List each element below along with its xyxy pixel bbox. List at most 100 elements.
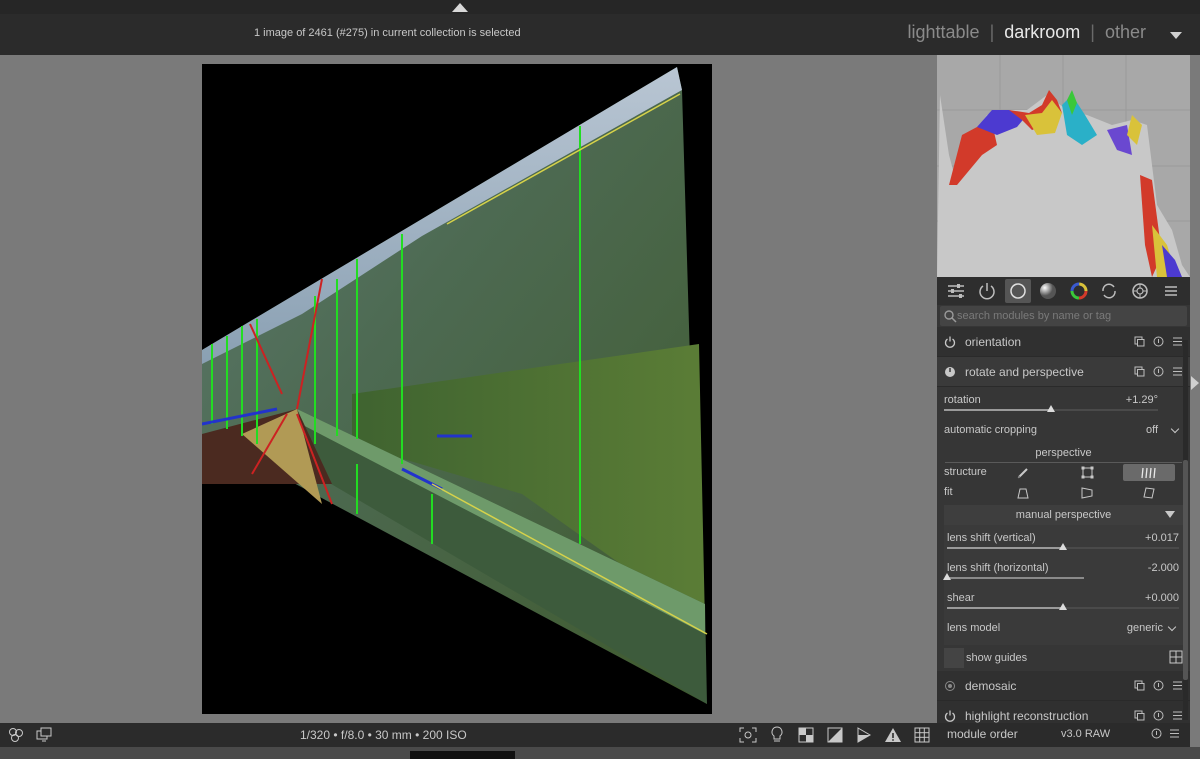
fit-horizontal-button[interactable] [1061, 484, 1113, 501]
lens-model-combo[interactable]: lens model generic [944, 615, 1183, 645]
scrollbar-thumb[interactable] [1183, 460, 1188, 680]
guides-grid-icon[interactable] [1169, 650, 1183, 667]
shear-slider[interactable]: shear +0.000 [944, 585, 1183, 615]
slider-value: -2.000 [1147, 562, 1179, 574]
module-rotate-perspective[interactable]: rotate and perspective [937, 357, 1190, 387]
view-separator: | [1090, 22, 1095, 42]
view-lighttable[interactable]: lighttable [900, 22, 988, 43]
view-other[interactable]: other [1097, 22, 1154, 43]
effect-icon[interactable] [1127, 279, 1153, 303]
slider-label: shear [947, 592, 975, 604]
view-darkroom[interactable]: darkroom [996, 22, 1088, 43]
correct-icon[interactable] [1096, 279, 1122, 303]
gamut-warning-icon[interactable] [883, 726, 902, 744]
quick-access-icon[interactable] [943, 279, 969, 303]
color-wheel-icon[interactable] [1066, 279, 1092, 303]
pencil-icon [1017, 467, 1028, 478]
fit-vertical-button[interactable] [997, 484, 1049, 501]
clipping-icon[interactable] [825, 726, 844, 744]
top-panel-toggle-strip[interactable] [0, 0, 1200, 14]
lines-structure-icon [1141, 467, 1156, 478]
show-guides-checkbox[interactable] [944, 648, 964, 668]
warped-photo-image [202, 67, 708, 704]
search-icon [944, 309, 957, 323]
fit-label: fit [944, 486, 953, 498]
combo-label: lens model [947, 622, 1001, 634]
bulb-icon[interactable] [767, 726, 786, 744]
slider-track[interactable] [947, 577, 1084, 579]
photo-preview[interactable] [202, 64, 712, 714]
module-search-box[interactable] [940, 306, 1187, 326]
multi-instance-icon[interactable] [1133, 365, 1146, 378]
slider-knob[interactable] [1059, 603, 1067, 610]
softproof-icon[interactable] [854, 726, 873, 744]
guides-overlay-icon[interactable] [912, 726, 931, 744]
module-orientation[interactable]: orientation [937, 327, 1190, 357]
filmstrip-thumbnail[interactable] [410, 751, 515, 759]
header-bar: 1 image of 2461 (#275) in current collec… [0, 14, 1200, 55]
multi-instance-icon[interactable] [1133, 679, 1146, 692]
lens-shift-horizontal-slider[interactable]: lens shift (horizontal) -2.000 [943, 555, 1183, 585]
center-image-area[interactable] [0, 55, 937, 723]
views-dropdown-icon[interactable] [1170, 32, 1182, 39]
second-window-icon[interactable] [36, 727, 52, 747]
reset-icon[interactable] [1152, 679, 1165, 692]
module-power-icon[interactable] [943, 336, 957, 348]
module-search-input[interactable] [957, 310, 1177, 322]
collapse-right-panel-arrow-icon[interactable] [1191, 376, 1199, 390]
automatic-cropping-combo[interactable]: automatic cropping off [937, 417, 1190, 447]
reset-icon[interactable] [1152, 335, 1165, 348]
slider-knob[interactable] [1059, 543, 1067, 550]
section-label: manual perspective [1015, 509, 1112, 521]
module-name: highlight reconstruction [965, 708, 1089, 723]
presets-icon[interactable] [1169, 728, 1180, 742]
reset-icon[interactable] [1152, 709, 1165, 722]
draw-structure-button[interactable] [997, 464, 1049, 481]
slider-label: rotation [944, 394, 981, 406]
histogram[interactable] [937, 55, 1190, 277]
lens-shift-vertical-slider[interactable]: lens shift (vertical) +0.017 [944, 525, 1183, 555]
chevron-down-icon [1170, 424, 1180, 434]
show-guides-row[interactable]: show guides [937, 645, 1190, 671]
fit-both-button[interactable] [1123, 484, 1175, 501]
module-power-icon[interactable] [943, 366, 957, 378]
focus-peaking-icon[interactable] [738, 726, 757, 744]
detect-lines-button[interactable] [1123, 464, 1175, 481]
reset-icon[interactable] [1152, 365, 1165, 378]
presets-menu-icon[interactable] [1158, 279, 1184, 303]
fit-both-icon [1143, 486, 1155, 499]
structure-label: structure [944, 466, 987, 478]
panel-scrollbar[interactable] [1183, 340, 1188, 720]
power-icon[interactable] [974, 279, 1000, 303]
slider-knob[interactable] [1047, 405, 1055, 412]
slider-value: +0.017 [1145, 532, 1179, 544]
fit-vertical-icon [1017, 488, 1029, 498]
module-order-label: module order [947, 727, 1018, 741]
slider-knob[interactable] [943, 573, 951, 580]
slider-label: lens shift (vertical) [947, 532, 1036, 544]
raw-overexposed-icon[interactable] [796, 726, 815, 744]
filmstrip-strip[interactable] [0, 747, 1200, 759]
bottom-toolbar: 1/320 • f/8.0 • 30 mm • 200 ISO [0, 723, 937, 747]
collapse-top-arrow-icon[interactable] [452, 3, 468, 12]
rotation-slider[interactable]: rotation +1.29° [937, 387, 1190, 417]
base-circle-icon[interactable] [1004, 279, 1031, 303]
fit-horizontal-icon [1081, 486, 1093, 499]
styles-icon[interactable] [8, 727, 24, 747]
tone-gradient-icon[interactable] [1035, 279, 1061, 303]
module-order-bar[interactable]: module order v3.0 RAW [937, 723, 1190, 747]
combo-label: automatic cropping [944, 424, 1037, 436]
manual-perspective-section[interactable]: manual perspective [944, 505, 1183, 525]
view-switcher: lighttable | darkroom | other [900, 22, 1155, 43]
fit-row: fit [937, 483, 1190, 503]
module-power-icon[interactable] [943, 710, 957, 722]
exif-info: 1/320 • f/8.0 • 30 mm • 200 ISO [300, 728, 467, 742]
detect-rectangle-button[interactable] [1061, 464, 1113, 481]
multi-instance-icon[interactable] [1133, 709, 1146, 722]
module-name: orientation [965, 334, 1022, 349]
slider-value: +0.000 [1145, 592, 1179, 604]
module-demosaic[interactable]: demosaic [937, 671, 1190, 701]
module-always-on-icon [943, 680, 957, 692]
reset-icon[interactable] [1151, 728, 1162, 742]
multi-instance-icon[interactable] [1133, 335, 1146, 348]
